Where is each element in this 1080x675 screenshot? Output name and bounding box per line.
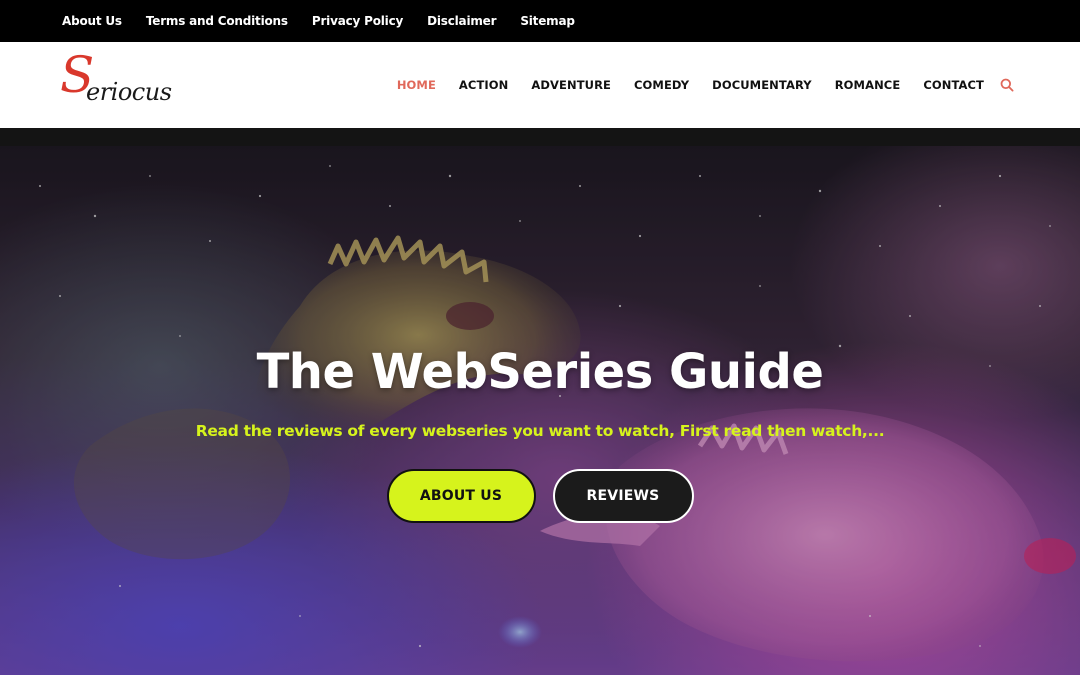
topbar-link-privacy[interactable]: Privacy Policy xyxy=(312,14,403,28)
top-bar: About Us Terms and Conditions Privacy Po… xyxy=(0,0,1080,42)
hero-content: The WebSeries Guide Read the reviews of … xyxy=(0,344,1080,440)
hero-buttons: ABOUT US REVIEWS xyxy=(0,469,1080,523)
header-divider-band xyxy=(0,128,1080,146)
nav-item-action[interactable]: ACTION xyxy=(459,78,508,92)
search-icon[interactable] xyxy=(1000,78,1014,92)
site-header: S eriocus HOME ACTION ADVENTURE COMEDY D… xyxy=(0,42,1080,128)
nav-item-home[interactable]: HOME xyxy=(397,78,436,92)
logo-text: eriocus xyxy=(86,78,172,106)
topbar-link-terms[interactable]: Terms and Conditions xyxy=(146,14,288,28)
nav-item-romance[interactable]: ROMANCE xyxy=(835,78,901,92)
topbar-link-disclaimer[interactable]: Disclaimer xyxy=(427,14,496,28)
hero-section: The WebSeries Guide Read the reviews of … xyxy=(0,146,1080,675)
reviews-button[interactable]: REVIEWS xyxy=(552,469,694,523)
main-nav: HOME ACTION ADVENTURE COMEDY DOCUMENTARY… xyxy=(374,42,1014,128)
nav-item-adventure[interactable]: ADVENTURE xyxy=(531,78,611,92)
topbar-link-sitemap[interactable]: Sitemap xyxy=(520,14,575,28)
topbar-link-about-us[interactable]: About Us xyxy=(62,14,122,28)
nav-item-comedy[interactable]: COMEDY xyxy=(634,78,689,92)
hero-subtitle: Read the reviews of every webseries you … xyxy=(195,422,885,440)
nav-item-contact[interactable]: CONTACT xyxy=(923,78,984,92)
site-logo[interactable]: S eriocus xyxy=(60,50,190,114)
hero-title: The WebSeries Guide xyxy=(256,344,824,400)
nav-item-documentary[interactable]: DOCUMENTARY xyxy=(712,78,812,92)
about-us-button[interactable]: ABOUT US xyxy=(386,469,536,523)
